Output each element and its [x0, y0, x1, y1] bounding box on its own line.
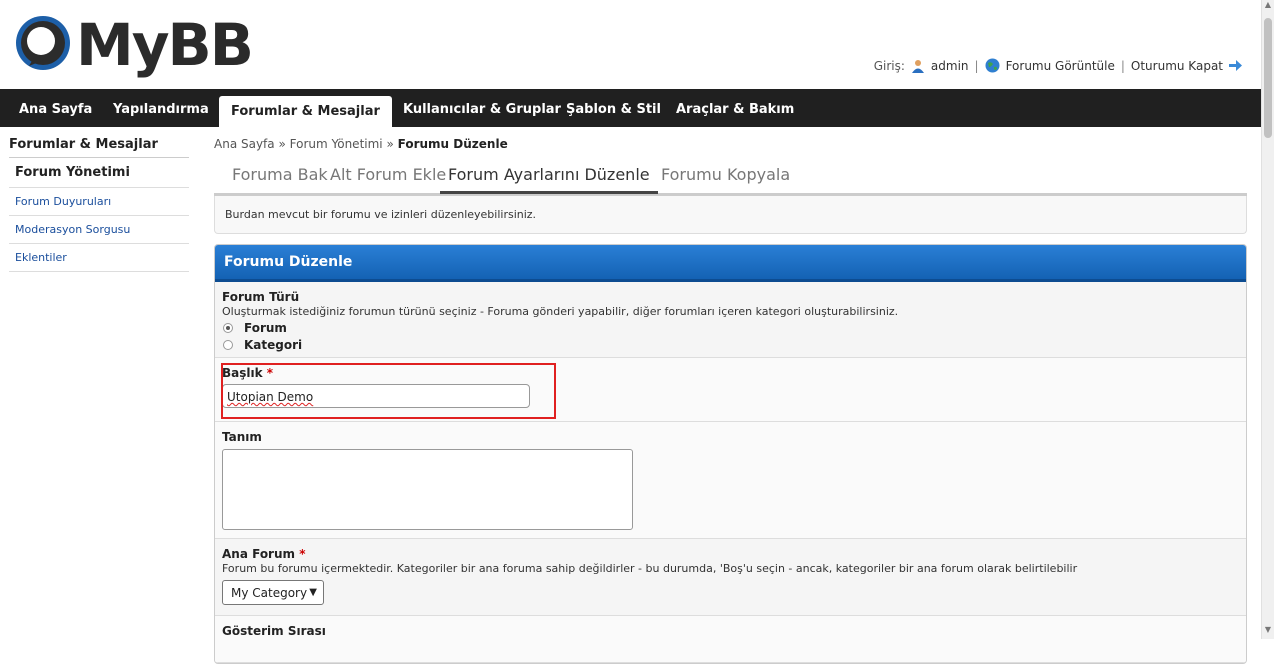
- scroll-thumb[interactable]: [1264, 18, 1272, 138]
- breadcrumb: Ana Sayfa » Forum Yönetimi » Forumu Düze…: [214, 130, 1247, 151]
- separator: |: [1120, 58, 1125, 73]
- sidebar-title: Forumlar & Mesajlar: [9, 130, 189, 158]
- required-marker: *: [299, 547, 306, 561]
- breadcrumb-current: Forumu Düzenle: [397, 137, 508, 151]
- radio-label: Forum: [244, 321, 287, 335]
- page-description: Burdan mevcut bir forumu ve izinleri düz…: [214, 196, 1247, 234]
- arrow-right-icon: [1229, 60, 1242, 71]
- nav-item-configuration[interactable]: Yapılandırma: [113, 89, 209, 127]
- main-content: Ana Sayfa » Forum Yönetimi » Forumu Düze…: [214, 130, 1247, 664]
- top-nav: Ana Sayfa Yapılandırma Forumlar & Mesajl…: [0, 89, 1262, 127]
- sidebar-item-forum-management[interactable]: Forum Yönetimi: [9, 158, 189, 188]
- radio-label: Kategori: [244, 338, 303, 352]
- scroll-down-icon[interactable]: ▼: [1262, 625, 1274, 639]
- view-forum-link[interactable]: Forumu Görüntüle: [1006, 59, 1115, 73]
- sidebar: Forumlar & Mesajlar Forum Yönetimi Forum…: [9, 130, 189, 272]
- tab-edit-forum-settings[interactable]: Forum Ayarlarını Düzenle: [440, 165, 658, 194]
- breadcrumb-forum-management[interactable]: Forum Yönetimi: [290, 137, 383, 151]
- nav-item-users-groups[interactable]: Kullanıcılar & Gruplar: [403, 89, 561, 127]
- parent-forum-label: Ana Forum *: [222, 547, 1239, 561]
- sidebar-item-attachments[interactable]: Eklentiler: [9, 244, 189, 272]
- description-textarea[interactable]: [222, 449, 633, 530]
- breadcrumb-separator: »: [386, 137, 394, 151]
- display-order-label: Gösterim Sırası: [222, 624, 326, 638]
- user-link[interactable]: admin: [931, 59, 969, 73]
- tab-add-subforum[interactable]: Alt Forum Ekle: [330, 165, 446, 184]
- description-row: Tanım: [215, 422, 1246, 539]
- scroll-up-icon[interactable]: ▲: [1262, 0, 1274, 14]
- parent-forum-label-text: Ana Forum: [222, 547, 296, 561]
- edit-forum-panel: Forumu Düzenle Forum Türü Oluşturmak ist…: [214, 244, 1247, 664]
- highlight-box: [221, 363, 556, 419]
- radio-option-category[interactable]: Kategori: [222, 338, 1239, 352]
- page-scrollbar[interactable]: ▲ ▼: [1261, 0, 1274, 639]
- logout-link[interactable]: Oturumu Kapat: [1131, 59, 1223, 73]
- parent-forum-select[interactable]: My Category ▼: [222, 580, 324, 605]
- speech-bubble-logo-icon: [16, 16, 70, 70]
- panel-title: Forumu Düzenle: [215, 245, 1246, 282]
- breadcrumb-separator: »: [278, 137, 286, 151]
- sidebar-item-moderation-queue[interactable]: Moderasyon Sorgusu: [9, 216, 189, 244]
- mybb-logo[interactable]: MyBB: [14, 10, 254, 80]
- forum-type-label: Forum Türü: [222, 290, 300, 304]
- display-order-row: Gösterim Sırası: [215, 616, 1246, 663]
- radio-button[interactable]: [223, 323, 233, 333]
- nav-item-forums-posts[interactable]: Forumlar & Mesajlar: [219, 96, 392, 127]
- globe-icon: [985, 58, 1000, 73]
- header: MyBB Giriş: admin | Forumu Görüntüle | O…: [0, 0, 1262, 89]
- breadcrumb-home[interactable]: Ana Sayfa: [214, 137, 275, 151]
- description-label: Tanım: [222, 430, 262, 444]
- forum-type-hint: Oluşturmak istediğiniz forumun türünü se…: [222, 305, 899, 318]
- tab-bar: Foruma Bak Alt Forum Ekle Forum Ayarları…: [214, 161, 1247, 196]
- nav-item-templates-style[interactable]: Şablon & Stil: [566, 89, 661, 127]
- parent-forum-selected: My Category: [231, 586, 308, 600]
- dropdown-arrow-icon: ▼: [309, 587, 317, 598]
- logo-text: MyBB: [76, 11, 254, 79]
- sidebar-item-announcements[interactable]: Forum Duyuruları: [9, 188, 189, 216]
- parent-forum-row: Ana Forum * Forum bu forumu içermektedir…: [215, 539, 1246, 616]
- nav-item-tools-maintenance[interactable]: Araçlar & Bakım: [676, 89, 794, 127]
- login-label: Giriş:: [873, 58, 905, 73]
- radio-option-forum[interactable]: Forum: [222, 321, 1239, 335]
- tab-copy-forum[interactable]: Forumu Kopyala: [661, 165, 790, 184]
- title-row: Başlık * Utopian Demo: [215, 358, 1246, 422]
- parent-forum-hint: Forum bu forumu içermektedir. Kategorile…: [222, 562, 1078, 575]
- tab-view-forum[interactable]: Foruma Bak: [232, 165, 328, 184]
- forum-type-row: Forum Türü Oluşturmak istediğiniz forumu…: [215, 282, 1246, 358]
- radio-button[interactable]: [223, 340, 233, 350]
- user-icon: [911, 59, 924, 73]
- user-bar: Giriş: admin | Forumu Görüntüle | Oturum…: [874, 58, 1242, 73]
- nav-item-home[interactable]: Ana Sayfa: [19, 89, 92, 127]
- separator: |: [974, 58, 979, 73]
